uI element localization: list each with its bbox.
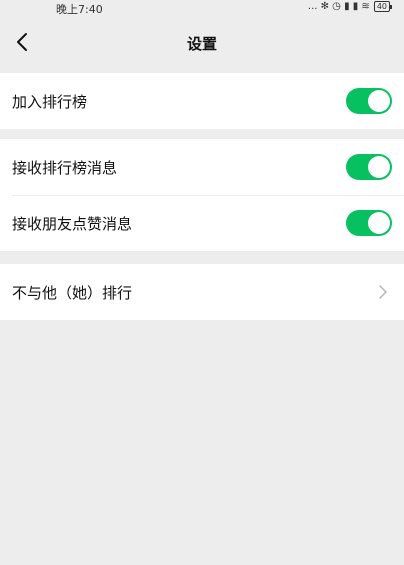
receive-friend-likes-label: 接收朋友点赞消息 <box>12 214 133 233</box>
receive-leaderboard-messages-row[interactable]: 接收排行榜消息 <box>0 139 404 195</box>
toggle-knob <box>368 90 390 112</box>
join-leaderboard-label: 加入排行榜 <box>12 92 88 111</box>
chevron-left-icon <box>17 33 27 51</box>
back-button[interactable] <box>10 30 34 54</box>
status-time: 晚上7:40 <box>56 3 103 16</box>
receive-leaderboard-messages-label: 接收排行榜消息 <box>12 158 118 177</box>
join-leaderboard-toggle[interactable] <box>346 88 392 114</box>
navigation-bar: 设置 <box>0 18 404 68</box>
receive-leaderboard-messages-toggle[interactable] <box>346 154 392 180</box>
chevron-right-icon <box>379 285 387 299</box>
settings-group-messages: 接收排行榜消息 接收朋友点赞消息 <box>0 139 404 251</box>
receive-friend-likes-toggle[interactable] <box>346 210 392 236</box>
exclude-from-ranking-row[interactable]: 不与他（她）排行 <box>0 264 404 320</box>
status-bar: 晚上7:40 ... ✻ ◷ ▮ ▮ ≋ 40 <box>0 0 404 18</box>
battery-icon: 40 <box>373 1 393 12</box>
status-icons-text: ... ✻ ◷ ▮ ▮ ≋ <box>307 1 370 12</box>
join-leaderboard-row[interactable]: 加入排行榜 <box>0 73 404 129</box>
settings-group-ranking: 加入排行榜 <box>0 73 404 129</box>
status-icons: ... ✻ ◷ ▮ ▮ ≋ 40 <box>307 1 393 12</box>
receive-friend-likes-row[interactable]: 接收朋友点赞消息 <box>0 195 404 251</box>
page-title: 设置 <box>186 34 217 53</box>
settings-group-exclude: 不与他（她）排行 <box>0 264 404 320</box>
toggle-knob <box>368 212 390 234</box>
toggle-knob <box>368 156 390 178</box>
exclude-from-ranking-label: 不与他（她）排行 <box>12 283 133 302</box>
